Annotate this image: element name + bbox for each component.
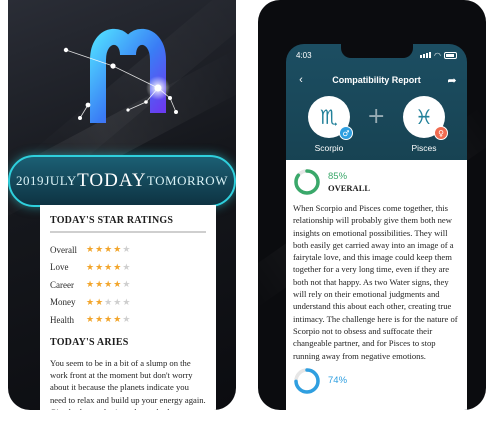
rating-label: Health	[50, 314, 74, 325]
star-icon: ★	[104, 296, 113, 307]
star-icon: ★	[113, 261, 122, 272]
horoscope-card: TODAY'S STAR RATINGS Overall ★ ★ ★ ★ ★ Love ★ ★ ★…	[40, 205, 216, 410]
star-icon: ★	[86, 314, 95, 325]
star-icon: ★	[104, 279, 113, 290]
star-icon: ★	[122, 279, 131, 290]
second-score: 74%	[293, 367, 460, 395]
phone-screen: 4:03 ◠ ‹ Compatibility Report ➦ ♏ ♂ + ♓ …	[286, 44, 467, 410]
rating-label: Love	[50, 262, 69, 273]
rating-row: Overall ★ ★ ★ ★ ★	[50, 241, 206, 259]
progress-ring	[294, 368, 320, 394]
star-icon: ★	[95, 279, 104, 290]
scorpio-sign-button[interactable]: ♏ ♂	[308, 96, 353, 140]
star-icon: ★	[122, 314, 131, 325]
overall-score: 85% OVERALL	[293, 168, 460, 196]
signal-icon	[420, 52, 432, 58]
sign-name-pisces: Pisces	[411, 143, 437, 153]
date-selector[interactable]: 2019 JULY TODAY TOMORROW	[8, 155, 236, 207]
star-icon: ★	[104, 314, 113, 325]
star-icon: ★	[122, 296, 131, 307]
horoscope-screenshot: 2019 JULY TODAY TOMORROW TODAY'S STAR RA…	[8, 0, 236, 410]
star-icon: ★	[86, 279, 95, 290]
ratings-list: Overall ★ ★ ★ ★ ★ Love ★ ★ ★ ★ ★ Career ★ ★ ★ ★ ★ Money ★ ★ ★…	[50, 241, 206, 329]
rating-label: Career	[50, 279, 74, 290]
rating-row: Career ★ ★ ★ ★ ★	[50, 276, 206, 294]
star-icon: ★	[95, 314, 104, 325]
star-icon: ★	[113, 244, 122, 255]
compatibility-screenshot: 4:03 ◠ ‹ Compatibility Report ➦ ♏ ♂ + ♓ …	[258, 0, 486, 410]
overall-percent: 85%	[328, 171, 348, 182]
battery-icon	[444, 51, 457, 59]
compatibility-text: When Scorpio and Pisces come together, t…	[293, 203, 458, 361]
status-time: 4:03	[296, 50, 312, 60]
star-icon: ★	[86, 244, 95, 255]
rating-label: Overall	[50, 244, 77, 255]
star-icon: ★	[95, 261, 104, 272]
chevron-left-icon[interactable]: ‹	[295, 74, 307, 86]
rating-row: Health ★ ★ ★ ★ ★	[50, 311, 206, 329]
female-icon: ♀	[434, 126, 448, 140]
sign-pair: ♏ ♂ + ♓ ♀ Scorpio Pisces	[286, 96, 467, 158]
nav-bar: ‹ Compatibility Report ➦	[286, 70, 467, 90]
divider	[50, 231, 206, 233]
share-icon[interactable]: ➦	[446, 74, 458, 87]
date-option-today[interactable]: TODAY	[77, 170, 146, 192]
date-option-tomorrow[interactable]: TOMORROW	[147, 173, 228, 189]
progress-ring	[294, 169, 320, 195]
rating-row: Love ★ ★ ★ ★ ★	[50, 259, 206, 277]
second-percent: 74%	[328, 375, 348, 387]
star-icon: ★	[122, 244, 131, 255]
pisces-icon: ♓	[415, 105, 433, 129]
star-icon: ★	[113, 279, 122, 290]
star-icon: ★	[122, 261, 131, 272]
wifi-icon: ◠	[434, 50, 441, 60]
ratings-title: TODAY'S STAR RATINGS	[50, 215, 174, 226]
rating-row: Money ★ ★ ★ ★ ★	[50, 294, 206, 312]
horoscope-text: You seem to be in a bit of a slump on th…	[50, 357, 206, 411]
star-icon: ★	[95, 296, 104, 307]
male-icon: ♂	[339, 126, 353, 140]
star-icon: ★	[86, 296, 95, 307]
pisces-sign-button[interactable]: ♓ ♀	[403, 96, 448, 140]
overall-label: OVERALL	[328, 183, 371, 193]
plus-icon: +	[367, 104, 386, 129]
star-icon: ★	[86, 261, 95, 272]
star-icon: ★	[113, 296, 122, 307]
date-option-july[interactable]: JULY	[44, 173, 76, 189]
status-bar: 4:03 ◠	[286, 44, 467, 66]
report-card: 85% OVERALL When Scorpio and Pisces come…	[286, 160, 467, 410]
scorpio-icon: ♏	[320, 105, 338, 129]
star-icon: ★	[113, 314, 122, 325]
aries-constellation-icon	[63, 28, 178, 123]
status-icons: ◠	[420, 51, 457, 60]
star-icon: ★	[104, 244, 113, 255]
sign-name-scorpio: Scorpio	[314, 143, 344, 153]
rating-label: Money	[50, 297, 76, 308]
page-title: Compatibility Report	[332, 75, 421, 85]
date-option-2019[interactable]: 2019	[16, 173, 44, 189]
star-icon: ★	[95, 244, 104, 255]
star-icon: ★	[104, 261, 113, 272]
section-title: TODAY'S ARIES	[50, 336, 129, 348]
